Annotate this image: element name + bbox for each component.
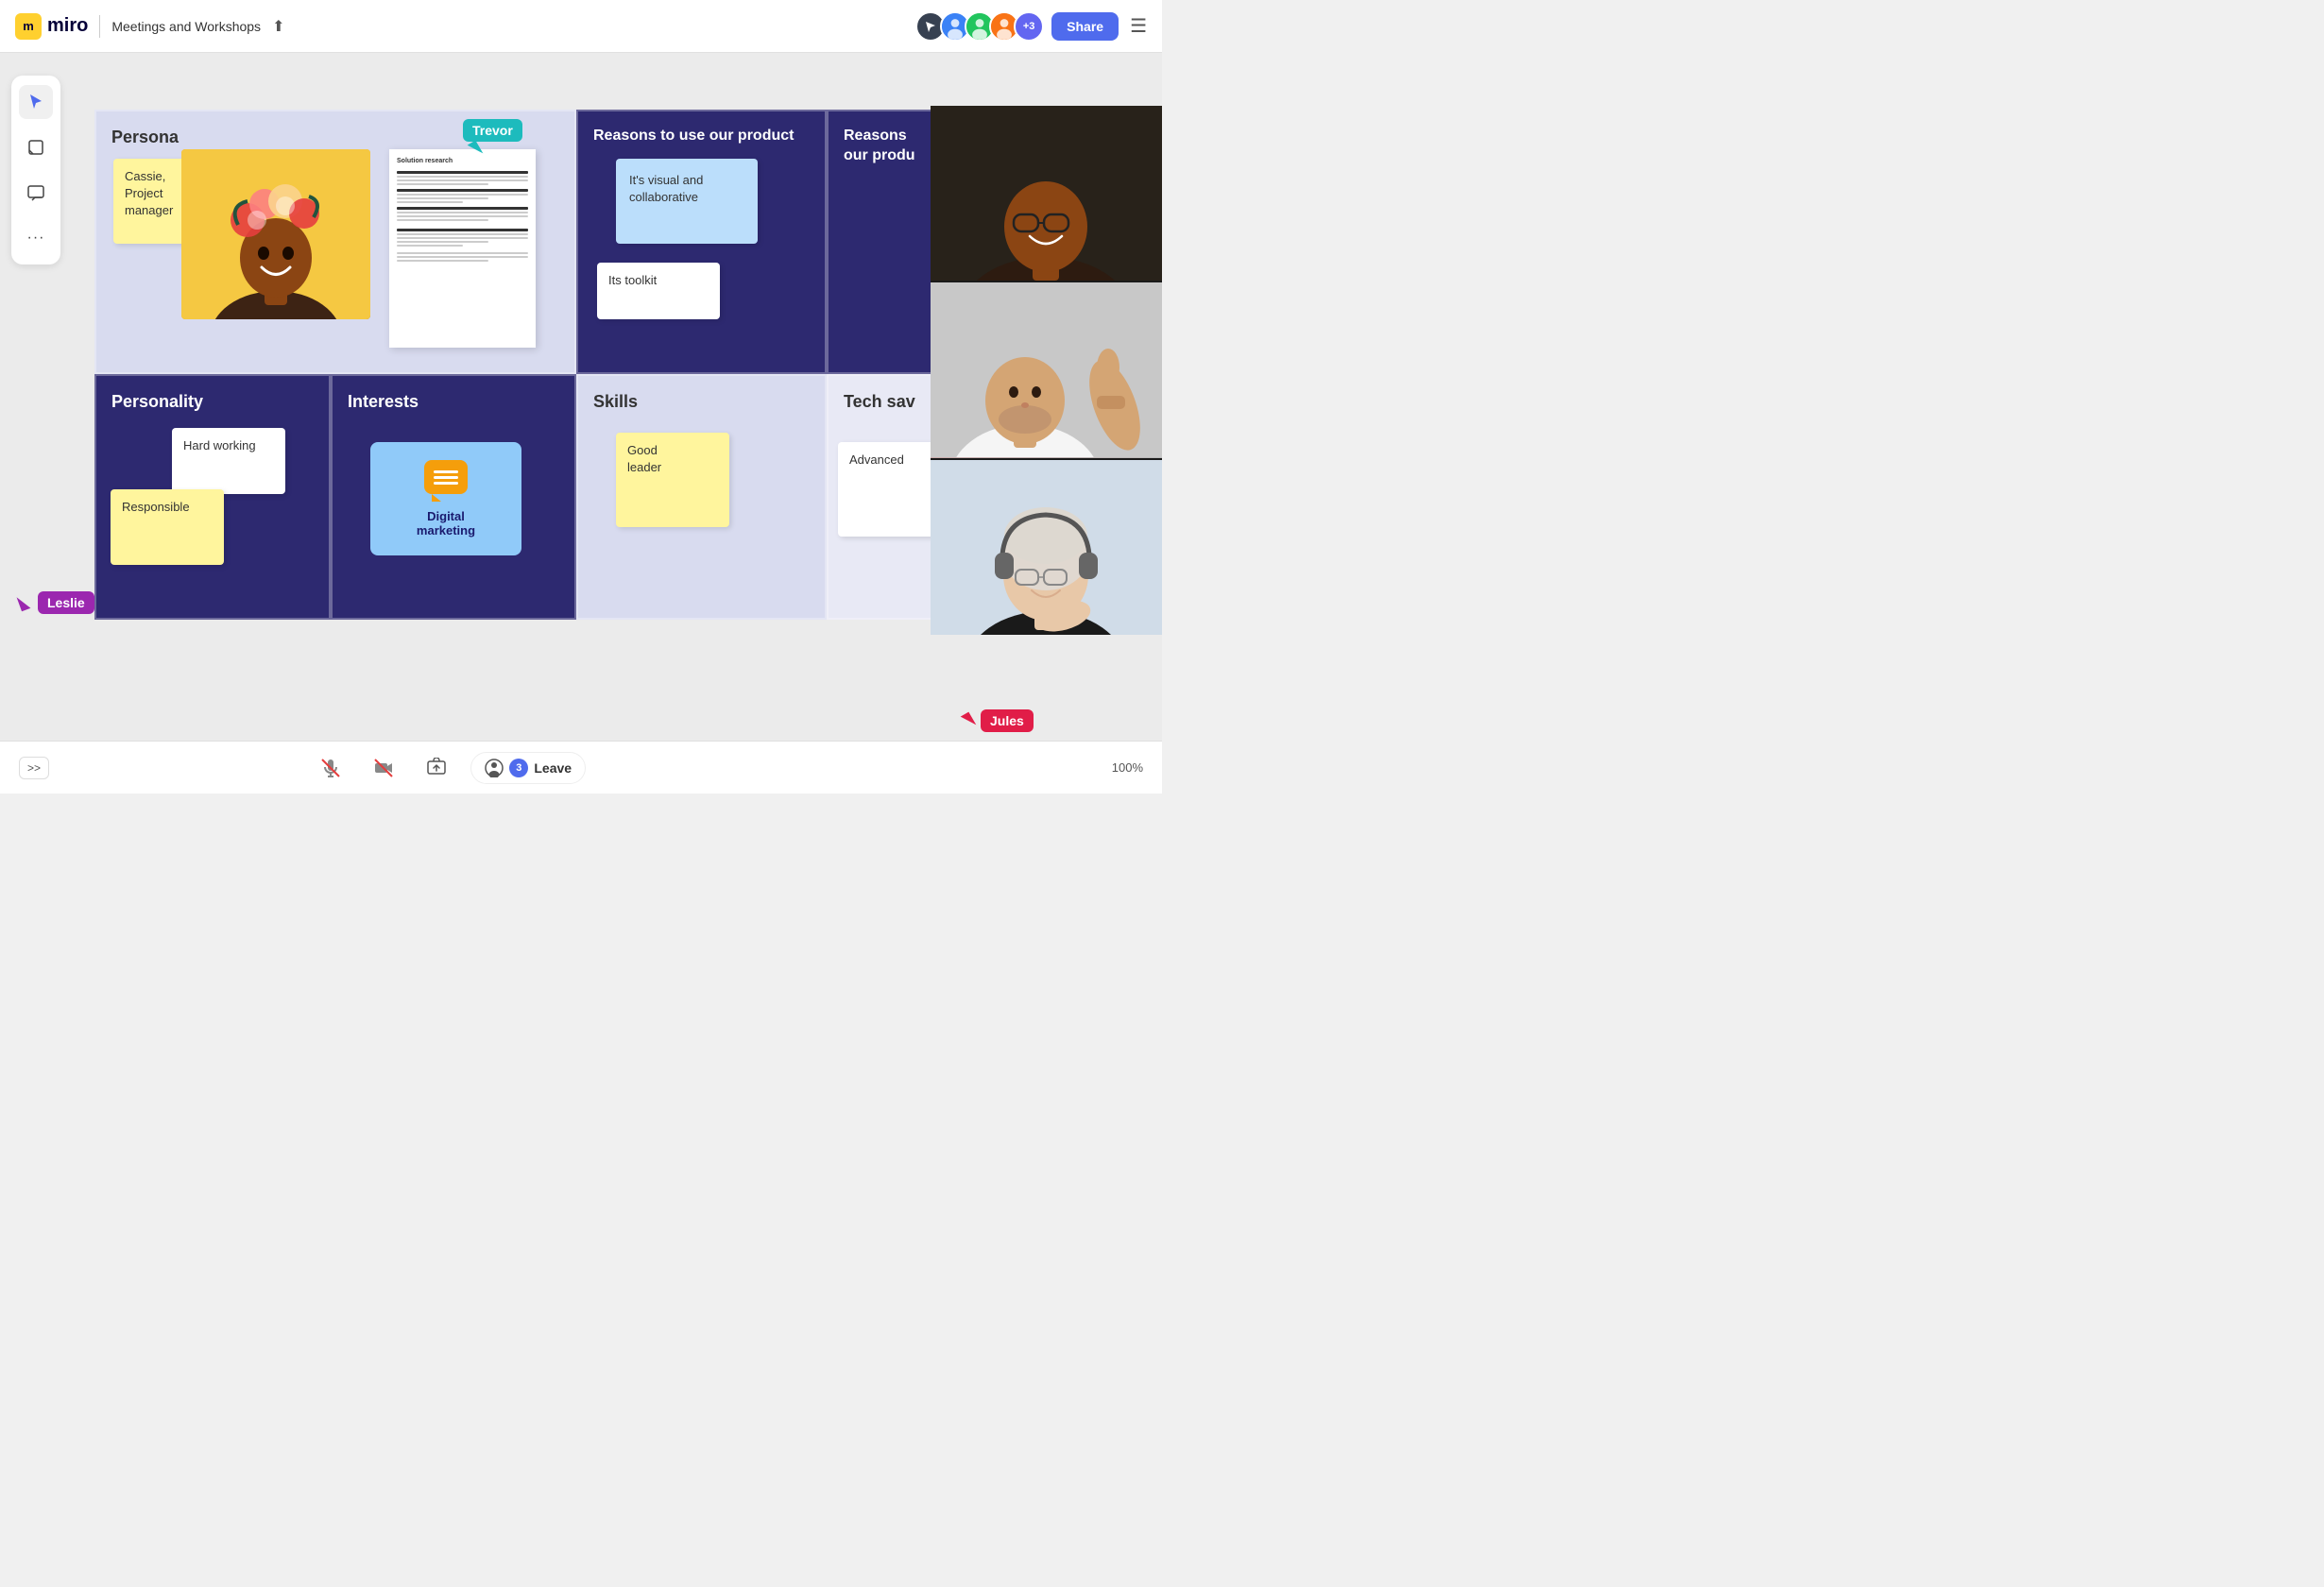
left-sidebar: ··· xyxy=(11,76,60,264)
share-button[interactable]: Share xyxy=(1051,12,1119,41)
menu-icon[interactable]: ☰ xyxy=(1130,14,1147,38)
camera-muted-button[interactable] xyxy=(365,749,402,787)
interests-header: Interests xyxy=(348,391,559,413)
personality-header: Personality xyxy=(111,391,314,413)
persona-document: Solution research xyxy=(389,149,536,348)
bottombar-left: >> xyxy=(19,757,49,779)
expand-panels-button[interactable]: >> xyxy=(19,757,49,779)
miro-logo-box: m xyxy=(15,13,42,40)
cursor-trevor: Trevor xyxy=(463,119,522,157)
board-title: Meetings and Workshops xyxy=(111,19,261,34)
video-feed-3 xyxy=(931,460,1162,635)
cursor-leslie: Leslie xyxy=(19,591,94,614)
leave-label: Leave xyxy=(534,760,572,776)
skills-header: Skills xyxy=(593,391,810,413)
cursor-label-trevor: Trevor xyxy=(463,119,522,142)
digital-marketing-label: Digital marketing xyxy=(417,509,475,538)
hardworking-sticky[interactable]: Hard working xyxy=(172,428,285,494)
reasons-cell: Reasons to use our product It's visual a… xyxy=(576,110,827,374)
cursor-jules: Jules xyxy=(964,709,1034,732)
topbar: m miro Meetings and Workshops ⬆ +3 Share… xyxy=(0,0,1162,53)
topbar-right: +3 Share ☰ xyxy=(915,11,1147,42)
leave-button[interactable]: 3 Leave xyxy=(470,752,586,784)
avatar-group: +3 xyxy=(915,11,1044,42)
canvas-area[interactable]: Trevor Leslie Jules Persona Cassie, Proj… xyxy=(0,53,1162,741)
cursor-tool[interactable] xyxy=(19,85,53,119)
upload-icon[interactable]: ⬆ xyxy=(272,17,284,36)
zoom-level: 100% xyxy=(1112,760,1143,775)
bottombar: >> xyxy=(0,741,1162,794)
miro-logo: m miro xyxy=(15,13,88,40)
personality-cell: Personality Hard working Responsible xyxy=(94,374,331,620)
topbar-divider xyxy=(99,15,100,38)
more-tools[interactable]: ··· xyxy=(19,221,53,255)
sticky-note-tool[interactable] xyxy=(19,130,53,164)
persona-image xyxy=(181,149,370,319)
good-leader-sticky[interactable]: Good leader xyxy=(616,433,729,527)
participant-count: 3 xyxy=(509,759,528,777)
bottombar-center: 3 Leave xyxy=(312,749,586,787)
comment-tool[interactable] xyxy=(19,176,53,210)
interests-cell: Interests Digital marketing xyxy=(331,374,576,620)
digital-marketing-card[interactable]: Digital marketing xyxy=(370,442,521,555)
video-feed-2 xyxy=(931,282,1162,457)
cursor-label-jules: Jules xyxy=(981,709,1034,732)
board-top-row: Persona Cassie, Project manager xyxy=(94,110,983,374)
cursor-label-leslie: Leslie xyxy=(38,591,94,614)
miro-wordmark: miro xyxy=(47,15,88,37)
microphone-muted-button[interactable] xyxy=(312,749,350,787)
avatar-more-count[interactable]: +3 xyxy=(1014,11,1044,42)
board: Persona Cassie, Project manager xyxy=(94,110,983,620)
video-feed-1 xyxy=(931,106,1162,281)
board-bottom-row: Personality Hard working Responsible Int… xyxy=(94,374,983,620)
video-panel xyxy=(931,106,1162,635)
toolkit-sticky[interactable]: Its toolkit xyxy=(597,263,720,319)
reasons-header: Reasons to use our product xyxy=(593,127,810,146)
share-screen-button[interactable] xyxy=(418,749,455,787)
responsible-sticky[interactable]: Responsible xyxy=(111,489,224,565)
visual-collaborative-sticky[interactable]: It's visual and collaborative xyxy=(616,159,758,244)
skills-cell: Skills Good leader xyxy=(576,374,827,620)
